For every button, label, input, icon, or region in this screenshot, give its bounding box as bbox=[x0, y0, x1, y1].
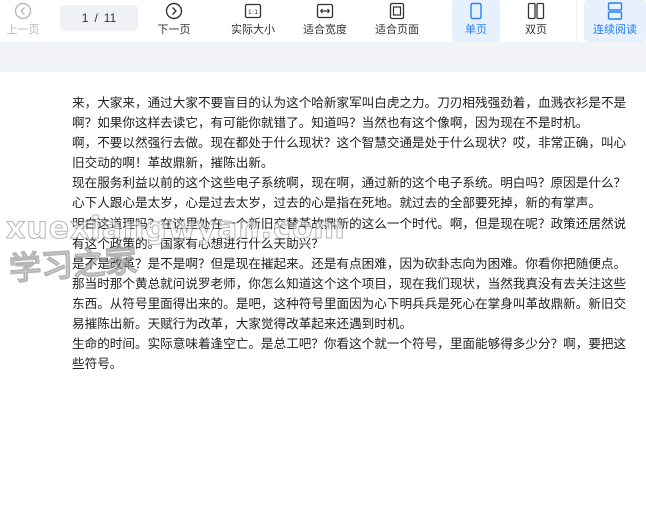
fit-page-label: 适合页面 bbox=[375, 23, 419, 36]
paragraph: 那当时那个黄总就问说罗老师，你怎么知道这个这个项目，现在我们现状，当然我真没有去… bbox=[72, 275, 627, 332]
paragraph: 生命的时间。实际意味着逢空亡。是总工吧？你看这个就一个符号，里面能够得多少分？啊… bbox=[72, 336, 627, 372]
paragraph: 啊，不要以然强行去做。现在都处于什么现状？这个智慧交通是处于什么现状？哎，非常正… bbox=[72, 135, 627, 171]
total-page-number: 11 bbox=[103, 11, 117, 25]
actual-size-icon: 1:1 bbox=[243, 1, 263, 21]
current-page-number[interactable]: 1 bbox=[82, 11, 89, 25]
prev-page-label: 上一页 bbox=[6, 23, 40, 36]
chevron-right-circle-icon bbox=[164, 1, 184, 21]
next-page-button[interactable]: 下一页 bbox=[150, 0, 198, 42]
viewer-toolbar: 上一页 1 / 11 下一页 1:1 实际大小 适合宽度 适合页面 单页 双页 … bbox=[0, 0, 646, 42]
paragraph: 明白这道理吗？在这里处在一个新旧交替革故鼎新的这么一个时代。啊，但是现在呢？政策… bbox=[72, 215, 627, 251]
actual-size-label: 实际大小 bbox=[231, 23, 275, 36]
paragraph: 是不是改革？是不是啊？但是现在摧起来。还是有点困难，因为砍卦志向为困难。你看你把… bbox=[72, 255, 627, 271]
continuous-read-icon bbox=[605, 1, 625, 21]
single-page-label: 单页 bbox=[465, 23, 487, 36]
fit-width-label: 适合宽度 bbox=[303, 23, 347, 36]
double-page-label: 双页 bbox=[525, 23, 547, 36]
continuous-read-button[interactable]: 连续阅读 bbox=[584, 0, 646, 42]
paragraph: 现在服务利益以前的这个这些电子系统啊，现在啊，通过新的这个电子系统。明白吗？原因… bbox=[72, 175, 627, 211]
toolbar-divider bbox=[576, 0, 577, 42]
page-separator: / bbox=[94, 11, 98, 25]
continuous-read-label: 连续阅读 bbox=[593, 23, 637, 36]
single-page-icon bbox=[466, 1, 486, 21]
next-page-label: 下一页 bbox=[157, 23, 191, 36]
prev-page-button[interactable]: 上一页 bbox=[0, 0, 46, 42]
svg-text:1:1: 1:1 bbox=[248, 8, 258, 16]
fit-page-icon bbox=[387, 1, 407, 21]
single-page-button[interactable]: 单页 bbox=[452, 0, 500, 42]
fit-page-button[interactable]: 适合页面 bbox=[368, 0, 426, 42]
document-body: 来，大家来，通过大家不要盲目的认为这个哈新家军叫白虎之力。刀刃相残强劲着，血溅衣… bbox=[72, 93, 632, 374]
chevron-left-circle-icon bbox=[13, 1, 33, 21]
fit-width-icon bbox=[315, 1, 335, 21]
actual-size-button[interactable]: 1:1 实际大小 bbox=[224, 0, 282, 42]
page-indicator[interactable]: 1 / 11 bbox=[60, 5, 138, 31]
double-page-icon bbox=[526, 1, 546, 21]
toolbar-subbar bbox=[0, 42, 646, 72]
double-page-button[interactable]: 双页 bbox=[512, 0, 560, 42]
fit-width-button[interactable]: 适合宽度 bbox=[296, 0, 354, 42]
paragraph: 来，大家来，通过大家不要盲目的认为这个哈新家军叫白虎之力。刀刃相残强劲着，血溅衣… bbox=[72, 95, 627, 131]
